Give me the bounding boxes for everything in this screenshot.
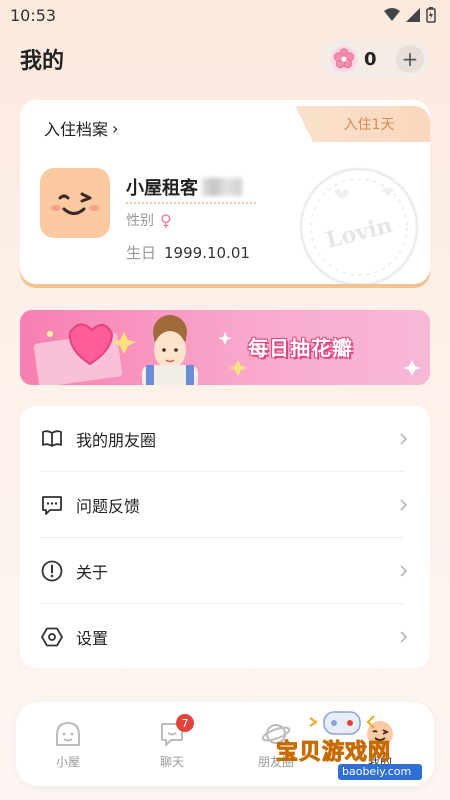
avatar[interactable] [40, 168, 110, 238]
flower-count: 0 [364, 48, 377, 70]
nickname-text: 小屋租客 [126, 178, 198, 199]
stay-days-label: 入住1天 [343, 117, 395, 133]
site-watermark: 宝贝游戏网 baobeiy.com [270, 708, 434, 782]
status-time: 10:53 [10, 5, 57, 25]
chevron-right-icon [400, 433, 408, 445]
female-icon: ♀ [160, 210, 172, 230]
chevron-right-icon [400, 499, 408, 511]
dotted-divider [126, 202, 256, 204]
watermark-title: 宝贝游戏网 [275, 740, 392, 766]
hexagon-settings-icon [41, 627, 63, 647]
gender-row: 性别 ♀ [126, 210, 172, 230]
lovin-stamp-icon: Lovin [299, 167, 419, 284]
menu-list: 我的朋友圈 问题反馈 关于 设置 [20, 406, 430, 668]
nickname: 小屋租客 [126, 174, 242, 200]
chevron-right-icon [400, 631, 408, 643]
tab-label: 聊天 [159, 754, 184, 769]
add-flower-button[interactable]: + [396, 45, 424, 73]
menu-item-label: 关于 [76, 563, 109, 582]
banner-title: 每日抽花瓣 [248, 336, 353, 360]
menu-item-about[interactable]: 关于 [20, 538, 430, 604]
watermark-url: baobeiy.com [342, 765, 412, 778]
birthday-label: 生日 [126, 244, 157, 262]
menu-item-label: 设置 [76, 629, 109, 648]
chevron-right-icon [400, 565, 408, 577]
status-bar: 10:53 [0, 0, 450, 30]
wink-face-icon [51, 192, 99, 215]
book-icon [42, 430, 62, 447]
chevron-right-icon: › [112, 118, 119, 138]
stay-days-tab: 入住1天 [295, 106, 430, 142]
archive-label: 入住档案 [44, 120, 109, 139]
stamp-text: Lovin [323, 212, 395, 254]
unread-badge: 7 [176, 714, 194, 732]
flower-balance[interactable]: 0 + [320, 40, 430, 78]
archive-link[interactable]: 入住档案 › [44, 116, 118, 140]
profile-card: 入住1天 入住档案 › 小屋租客 性别 ♀ 生日 1999.10.01 Lovin [20, 100, 430, 284]
blurred-id [202, 178, 242, 196]
battery-icon [426, 7, 436, 23]
flower-icon [331, 46, 357, 72]
tab-chat[interactable]: 聊天 7 [120, 702, 224, 786]
menu-item-moments[interactable]: 我的朋友圈 [20, 406, 430, 472]
wifi-icon [384, 8, 400, 21]
ghost-face-icon [56, 721, 80, 746]
tab-home[interactable]: 小屋 [16, 702, 120, 786]
menu-item-label: 我的朋友圈 [76, 431, 157, 450]
signal-icon [406, 8, 420, 22]
menu-item-label: 问题反馈 [76, 497, 141, 516]
message-icon [42, 496, 62, 515]
daily-petal-banner[interactable]: 每日抽花瓣 [20, 310, 430, 385]
gender-label: 性别 [126, 213, 154, 229]
birthday-row: 生日 1999.10.01 [126, 242, 250, 263]
page-title: 我的 [20, 49, 65, 74]
menu-item-feedback[interactable]: 问题反馈 [20, 472, 430, 538]
tab-label: 小屋 [55, 754, 80, 769]
info-icon [41, 560, 63, 582]
status-icons [384, 7, 436, 23]
birthday-value: 1999.10.01 [164, 244, 250, 262]
header: 我的 0 + [20, 40, 430, 78]
banner-art [33, 315, 421, 385]
menu-item-settings[interactable]: 设置 [20, 604, 430, 670]
